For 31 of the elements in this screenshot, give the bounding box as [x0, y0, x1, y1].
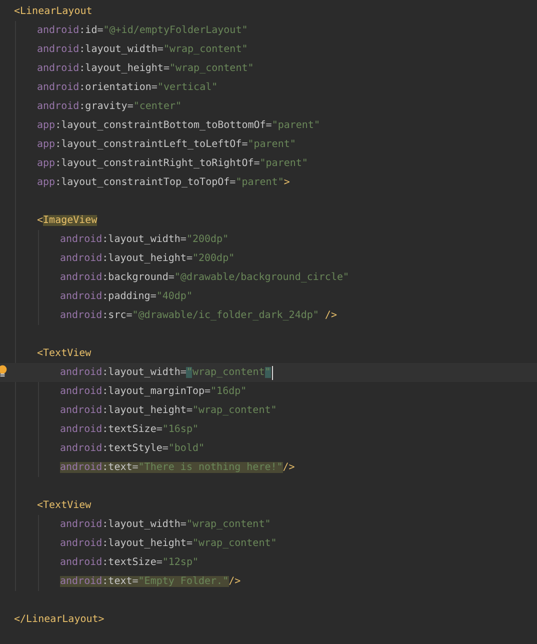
code-line: android:padding="40dp" — [60, 290, 192, 304]
code-line: android:layout_width="200dp" — [60, 233, 229, 247]
code-line: android:layout_height="200dp" — [60, 252, 235, 266]
code-line: android:text="There is nothing here!"/> — [60, 461, 295, 475]
code-line: android:layout_width="wrap_content" — [60, 366, 271, 380]
code-line: android:text="Empty Folder."/> — [60, 575, 241, 589]
code-line: android:background="@drawable/background_circle" — [60, 271, 350, 285]
code-line: android:layout_height="wrap_content" — [37, 62, 254, 76]
code-line: <TextView — [37, 347, 92, 361]
code-line: <LinearLayout — [14, 5, 92, 19]
lightbulb-icon[interactable] — [0, 365, 7, 378]
code-line: </LinearLayout> — [14, 613, 104, 627]
code-line: android:layout_marginTop="16dp" — [60, 385, 247, 399]
code-line: android:src="@drawable/ic_folder_dark_24dp" /> — [60, 309, 337, 323]
code-line: <ImageView — [37, 214, 98, 228]
text-cursor — [272, 366, 273, 380]
code-line: android:textStyle="bold" — [60, 442, 205, 456]
code-line: android:id="@+id/emptyFolderLayout" — [37, 24, 248, 38]
code-line: android:orientation="vertical" — [37, 81, 218, 95]
code-line: app:layout_constraintLeft_toLeftOf="parent" — [37, 138, 296, 152]
code-line: android:gravity="center" — [37, 100, 182, 114]
code-line: app:layout_constraintBottom_toBottomOf="parent" — [37, 119, 320, 133]
code-line: android:layout_width="wrap_content" — [60, 518, 271, 532]
code-line: android:layout_height="wrap_content" — [60, 404, 277, 418]
code-line: android:textSize="16sp" — [60, 423, 198, 437]
code-line: app:layout_constraintTop_toTopOf="parent"> — [37, 176, 290, 190]
code-line: android:layout_width="wrap_content" — [37, 43, 248, 57]
code-line: <TextView — [37, 499, 92, 513]
code-line: android:textSize="12sp" — [60, 556, 198, 570]
code-line: app:layout_constraintRight_toRightOf="parent" — [37, 157, 308, 171]
code-line: android:layout_height="wrap_content" — [60, 537, 277, 551]
